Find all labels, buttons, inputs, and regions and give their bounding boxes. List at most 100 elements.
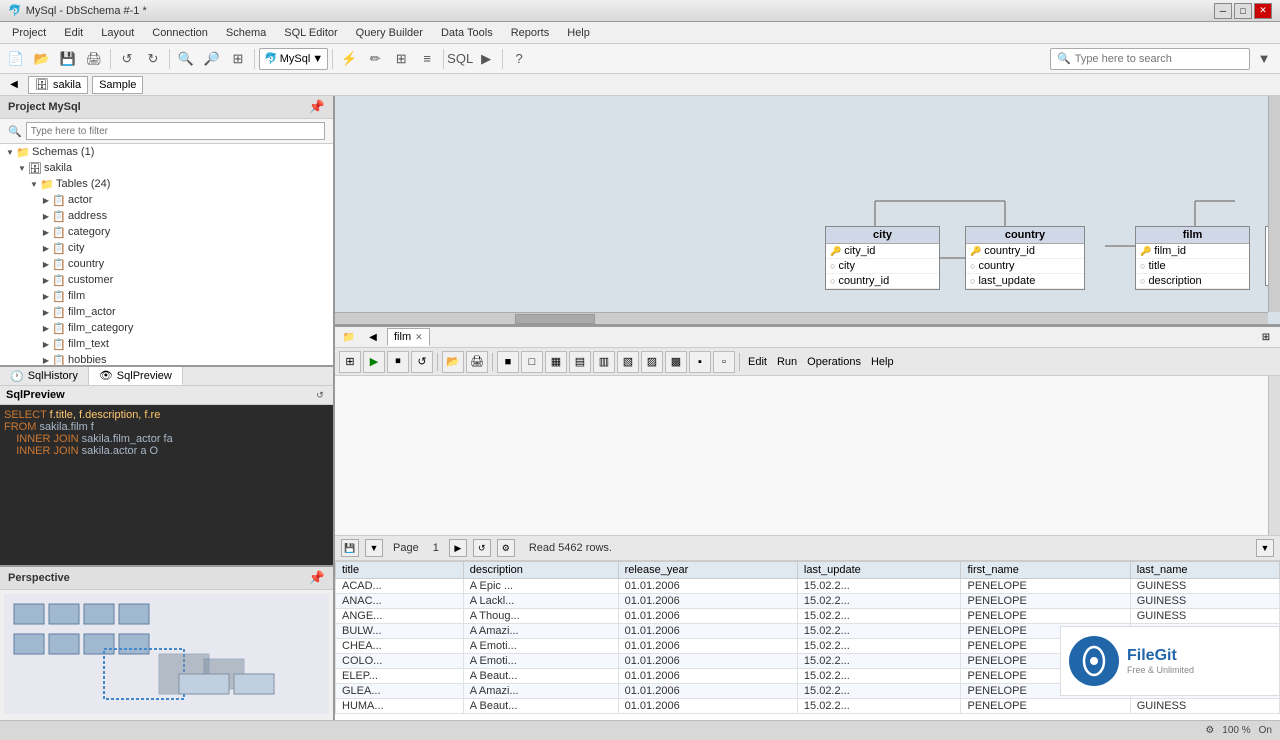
qb-btn-i[interactable]: ▪ bbox=[689, 351, 711, 373]
search-box[interactable]: 🔍 bbox=[1050, 48, 1250, 70]
col-release-year[interactable]: release_year bbox=[618, 562, 797, 579]
tree-film-category-toggle[interactable]: ▶ bbox=[40, 322, 52, 334]
qb-btn-j[interactable]: ▫ bbox=[713, 351, 735, 373]
tab-back-button[interactable]: ◀ bbox=[4, 76, 24, 94]
print-button[interactable]: 🖨 bbox=[82, 47, 106, 71]
col-title[interactable]: title bbox=[336, 562, 464, 579]
qb-open-button[interactable]: 📂 bbox=[442, 351, 464, 373]
db-dropdown[interactable]: 🐬 MySql ▼ bbox=[259, 48, 328, 70]
tree-hobbies-toggle[interactable]: ▶ bbox=[40, 354, 52, 365]
schema-film-table[interactable]: film 🔑 film_id ○ title ○ description bbox=[1135, 226, 1250, 290]
qb-folder-button[interactable]: 📁 bbox=[339, 328, 359, 346]
menu-project[interactable]: Project bbox=[4, 25, 54, 41]
undo-button[interactable]: ↺ bbox=[115, 47, 139, 71]
help-button[interactable]: ? bbox=[507, 47, 531, 71]
tab-sql-history[interactable]: 🕐 SqlHistory bbox=[0, 367, 89, 385]
tree-schemas-toggle[interactable]: ▼ bbox=[4, 146, 16, 158]
tree-table-category[interactable]: ▶ 📋 category bbox=[0, 224, 333, 240]
page-refresh-button[interactable]: ↺ bbox=[473, 539, 491, 557]
page-next-button[interactable]: ▶ bbox=[449, 539, 467, 557]
tree-table-film[interactable]: ▶ 📋 film bbox=[0, 288, 333, 304]
col-description[interactable]: description bbox=[463, 562, 618, 579]
tree-table-address[interactable]: ▶ 📋 address bbox=[0, 208, 333, 224]
tree-table-actor[interactable]: ▶ 📋 actor bbox=[0, 192, 333, 208]
tree-table-film-text[interactable]: ▶ 📋 film_text bbox=[0, 336, 333, 352]
tab-sample[interactable]: Sample bbox=[92, 76, 143, 94]
qb-vscrollbar[interactable] bbox=[1268, 376, 1280, 535]
schema-city-table[interactable]: city 🔑 city_id ○ city ○ country_id bbox=[825, 226, 940, 290]
tree-table-film-actor[interactable]: ▶ 📋 film_actor bbox=[0, 304, 333, 320]
tree-sakila[interactable]: ▼ 🗄 sakila bbox=[0, 160, 333, 176]
table-button[interactable]: ⊞ bbox=[389, 47, 413, 71]
qb-btn-c[interactable]: ▦ bbox=[545, 351, 567, 373]
grid-expand-button[interactable]: ▼ bbox=[1256, 539, 1274, 557]
menu-schema[interactable]: Schema bbox=[218, 25, 274, 41]
new-button[interactable]: 📄 bbox=[4, 47, 28, 71]
schema-hscroll-thumb[interactable] bbox=[515, 314, 595, 324]
menu-sql-editor[interactable]: SQL Editor bbox=[276, 25, 345, 41]
tree-address-toggle[interactable]: ▶ bbox=[40, 210, 52, 222]
menu-data-tools[interactable]: Data Tools bbox=[433, 25, 501, 41]
tree-schemas-root[interactable]: ▼ 📁 Schemas (1) bbox=[0, 144, 333, 160]
edit-button[interactable]: ✏ bbox=[363, 47, 387, 71]
menu-edit[interactable]: Edit bbox=[56, 25, 91, 41]
tree-film-actor-toggle[interactable]: ▶ bbox=[40, 306, 52, 318]
minimize-button[interactable]: ─ bbox=[1214, 3, 1232, 19]
qb-btn-d[interactable]: ▤ bbox=[569, 351, 591, 373]
page-down-button[interactable]: ▼ bbox=[365, 539, 383, 557]
qb-stop-button[interactable]: ⏹ bbox=[387, 351, 409, 373]
tree-film-toggle[interactable]: ▶ bbox=[40, 290, 52, 302]
qb-play-button[interactable]: ▶ bbox=[363, 351, 385, 373]
tab-sakila[interactable]: 🗄 sakila bbox=[28, 76, 88, 94]
tree-sakila-toggle[interactable]: ▼ bbox=[16, 162, 28, 174]
run-sql-button[interactable]: ▶ bbox=[474, 47, 498, 71]
qb-btn-a[interactable]: ■ bbox=[497, 351, 519, 373]
maximize-button[interactable]: □ bbox=[1234, 3, 1252, 19]
open-button[interactable]: 📂 bbox=[30, 47, 54, 71]
search-options-button[interactable]: ▼ bbox=[1252, 47, 1276, 71]
save-result-button[interactable]: 💾 bbox=[341, 539, 359, 557]
menu-reports[interactable]: Reports bbox=[503, 25, 558, 41]
save-button[interactable]: 💾 bbox=[56, 47, 80, 71]
redo-button[interactable]: ↻ bbox=[141, 47, 165, 71]
qb-btn-e[interactable]: ▥ bbox=[593, 351, 615, 373]
menu-connection[interactable]: Connection bbox=[144, 25, 216, 41]
tree-tables[interactable]: ▼ 📁 Tables (24) bbox=[0, 176, 333, 192]
tree-customer-toggle[interactable]: ▶ bbox=[40, 274, 52, 286]
tree-table-film-category[interactable]: ▶ 📋 film_category bbox=[0, 320, 333, 336]
filter-input[interactable] bbox=[26, 122, 325, 140]
col-last-name[interactable]: last_name bbox=[1130, 562, 1279, 579]
zoom-out-button[interactable]: 🔍 bbox=[174, 47, 198, 71]
tree-tables-toggle[interactable]: ▼ bbox=[28, 178, 40, 190]
close-button[interactable]: ✕ bbox=[1254, 3, 1272, 19]
page-options-button[interactable]: ⚙ bbox=[497, 539, 515, 557]
qb-btn-h[interactable]: ▩ bbox=[665, 351, 687, 373]
schema-scroll[interactable]: city 🔑 city_id ○ city ○ country_id bbox=[335, 96, 1280, 324]
tab-film[interactable]: film ✕ bbox=[387, 328, 430, 346]
schema-vscrollbar[interactable] bbox=[1268, 96, 1280, 312]
perspective-canvas[interactable] bbox=[4, 594, 329, 714]
menu-layout[interactable]: Layout bbox=[93, 25, 142, 41]
tab-sql-preview[interactable]: 👁 SqlPreview bbox=[89, 367, 183, 385]
tree-country-toggle[interactable]: ▶ bbox=[40, 258, 52, 270]
tree-table-city[interactable]: ▶ 📋 city bbox=[0, 240, 333, 256]
perspective-pin-button[interactable]: 📌 bbox=[309, 570, 325, 586]
col-last-update[interactable]: last_update bbox=[797, 562, 961, 579]
film-tab-close[interactable]: ✕ bbox=[415, 332, 423, 343]
menu-query-builder[interactable]: Query Builder bbox=[348, 25, 431, 41]
connect-button[interactable]: ⚡ bbox=[337, 47, 361, 71]
col-first-name[interactable]: first_name bbox=[961, 562, 1130, 579]
zoom-fit-button[interactable]: ⊞ bbox=[226, 47, 250, 71]
qb-grid-button[interactable]: ⊞ bbox=[339, 351, 361, 373]
tree-category-toggle[interactable]: ▶ bbox=[40, 226, 52, 238]
project-pin-button[interactable]: 📌 bbox=[309, 99, 325, 115]
query-button[interactable]: ≡ bbox=[415, 47, 439, 71]
tree-table-customer[interactable]: ▶ 📋 customer bbox=[0, 272, 333, 288]
tree-table-hobbies[interactable]: ▶ 📋 hobbies bbox=[0, 352, 333, 365]
sql-preview-refresh[interactable]: ↺ bbox=[313, 388, 327, 402]
schema-hscrollbar[interactable] bbox=[335, 312, 1268, 324]
qb-refresh-button[interactable]: ↺ bbox=[411, 351, 433, 373]
tree-film-text-toggle[interactable]: ▶ bbox=[40, 338, 52, 350]
qb-print-button[interactable]: 🖨 bbox=[466, 351, 488, 373]
tree-filter[interactable]: 🔍 bbox=[0, 119, 333, 144]
